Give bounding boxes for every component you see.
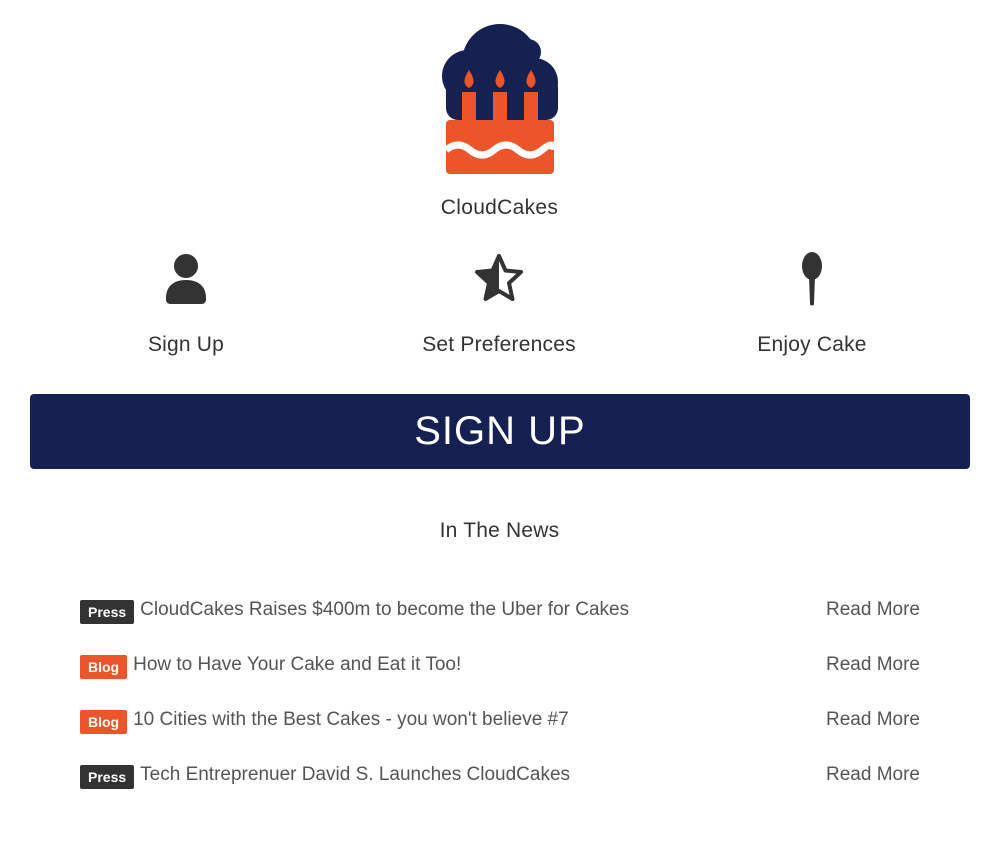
read-more-link[interactable]: Read More [826, 594, 920, 626]
news-title: 10 Cities with the Best Cakes - you won'… [133, 709, 569, 730]
read-more-link[interactable]: Read More [826, 759, 920, 791]
user-icon [166, 254, 206, 304]
news-item: Press CloudCakes Raises $400m to become … [80, 594, 920, 649]
news-item: Blog How to Have Your Cake and Eat it To… [80, 649, 920, 704]
news-list: Press CloudCakes Raises $400m to become … [80, 594, 920, 814]
step-label: Enjoy Cake [757, 333, 867, 356]
step-label: Set Preferences [422, 333, 576, 356]
sign-up-button[interactable]: SIGN UP [30, 394, 970, 469]
step-enjoy-cake: Enjoy Cake [682, 252, 942, 357]
blog-badge: Blog [80, 655, 128, 679]
read-more-link[interactable]: Read More [826, 704, 920, 736]
cloudcakes-logo [442, 24, 558, 174]
press-badge: Press [80, 765, 135, 789]
step-sign-up: Sign Up [56, 252, 316, 357]
blog-badge: Blog [80, 710, 128, 734]
press-badge: Press [80, 600, 135, 624]
brand-name: CloudCakes [440, 196, 559, 219]
spoon-icon [802, 252, 822, 306]
step-label: Sign Up [147, 333, 225, 356]
read-more-link[interactable]: Read More [826, 649, 920, 681]
news-title: CloudCakes Raises $400m to become the Ub… [140, 599, 630, 620]
news-item: Press Tech Entreprenuer David S. Launche… [80, 759, 920, 814]
step-set-preferences: Set Preferences [369, 252, 629, 357]
news-item: Blog 10 Cities with the Best Cakes - you… [80, 704, 920, 759]
news-title: How to Have Your Cake and Eat it Too! [133, 654, 462, 675]
news-title: Tech Entreprenuer David S. Launches Clou… [140, 764, 571, 785]
star-half-icon [475, 254, 523, 301]
news-heading: In The News [439, 519, 560, 542]
